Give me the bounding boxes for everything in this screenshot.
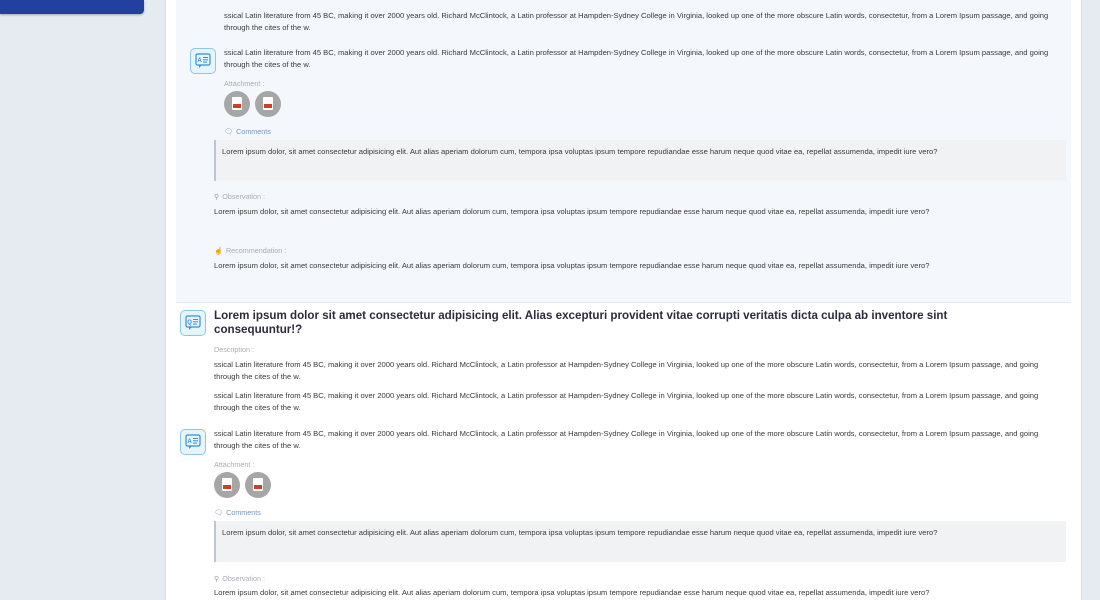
observation-text: Lorem ipsum dolor, sit amet consectetur … [214, 207, 930, 216]
answer-text: ssical Latin literature from 45 BC, maki… [224, 48, 1049, 69]
search-icon: ⚲ [214, 574, 220, 583]
pdf-icon [232, 97, 242, 110]
pdf-icon [222, 478, 232, 491]
answer-icon: A [180, 429, 206, 455]
observation-text: Lorem ipsum dolor, sit amet consectetur … [214, 588, 930, 597]
answer-text: ssical Latin literature from 45 BC, maki… [214, 429, 1039, 450]
comments-icon: 🗨 [224, 127, 234, 136]
pdf-icon [253, 478, 263, 491]
comments-label: Comments [236, 127, 271, 136]
attachment-label: Attachment : [214, 460, 255, 469]
recommendation-label: Recommendation : [225, 246, 287, 255]
svg-text:A: A [187, 439, 192, 445]
recommendation-text: Lorem ipsum dolor, sit amet consectetur … [214, 261, 930, 270]
pdf-attachment[interactable] [224, 91, 250, 117]
comment-box: Lorem ipsum dolor, sit amet consectetur … [214, 521, 1066, 562]
observation-heading: ⚲ Observation : [214, 574, 265, 584]
comments-icon: 🗨 [214, 508, 224, 517]
content-panel: ssical Latin literature from 45 BC, maki… [165, 0, 1082, 600]
attachment-label: Attachment : [224, 79, 265, 88]
question-icon: Q [180, 310, 206, 336]
description-text: ssical Latin literature from 45 BC, maki… [214, 391, 1039, 412]
pdf-attachment[interactable] [214, 472, 240, 498]
comments-heading: 🗨 Comments [224, 127, 271, 137]
observation-heading: ⚲ Observation : [214, 192, 265, 202]
comment-text: Lorem ipsum dolor, sit amet consectetur … [222, 147, 938, 156]
question-block: ssical Latin literature from 45 BC, maki… [176, 0, 1071, 303]
observation-label: Observation : [222, 192, 266, 201]
pdf-attachment[interactable] [255, 91, 281, 117]
description-text: ssical Latin literature from 45 BC, maki… [214, 360, 1039, 381]
comment-box: Lorem ipsum dolor, sit amet consectetur … [214, 140, 1066, 181]
observation-label: Observation : [222, 574, 266, 583]
pdf-attachment[interactable] [245, 472, 271, 498]
search-icon: ⚲ [214, 192, 220, 201]
svg-text:A: A [197, 58, 202, 64]
comments-label: Comments [226, 508, 261, 517]
pdf-icon [263, 97, 273, 110]
description-text: ssical Latin literature from 45 BC, maki… [224, 11, 1049, 32]
description-label: Description : [214, 345, 254, 354]
comment-text: Lorem ipsum dolor, sit amet consectetur … [222, 528, 938, 537]
sidebar-button[interactable] [0, 0, 144, 14]
question-title: Lorem ipsum dolor sit amet consectetur a… [214, 309, 948, 336]
answer-icon: A [190, 48, 216, 74]
recommendation-heading: ☝ Recommendation : [214, 246, 286, 256]
svg-text:Q: Q [187, 320, 192, 326]
comments-heading: 🗨 Comments [214, 508, 261, 518]
thumbs-up-icon: ☝ [214, 246, 223, 255]
